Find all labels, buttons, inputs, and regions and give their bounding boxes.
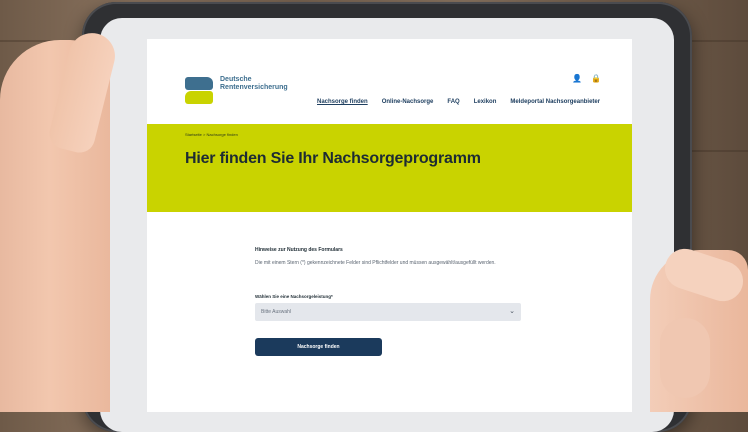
hero-banner: Startseite > Nachsorge finden Hier finde… — [147, 124, 632, 212]
form-hint-title: Hinweise zur Nutzung des Formulars — [255, 247, 343, 253]
logo-shape-bottom — [185, 91, 213, 104]
right-finger — [660, 318, 710, 398]
nav-item-nachsorge-finden[interactable]: Nachsorge finden — [317, 99, 368, 105]
submit-button[interactable]: Nachsorge finden — [255, 338, 382, 356]
brand-line-2: Rentenversicherung — [220, 84, 288, 91]
nachsorge-select[interactable]: Bitte Auswahl ⌄ — [255, 303, 521, 321]
lock-icon[interactable]: 🔒 — [591, 74, 601, 83]
nav-item-online-nachsorge[interactable]: Online-Nachsorge — [382, 99, 434, 105]
logo-shape-top — [185, 77, 213, 90]
nav-item-meldeportal[interactable]: Meldeportal Nachsorgeanbieter — [510, 99, 600, 105]
select-label: Wählen Sie eine Nachsorgeleistung* — [255, 294, 333, 299]
web-page: Deutsche Rentenversicherung 👤 🔒 Nachsorg… — [147, 39, 632, 412]
brand-line-1: Deutsche — [220, 76, 252, 83]
breadcrumb-current: Nachsorge finden — [206, 132, 238, 137]
chevron-down-icon: ⌄ — [509, 308, 515, 315]
person-icon[interactable]: 👤 — [572, 74, 582, 83]
breadcrumb-separator: > — [203, 132, 206, 137]
select-value: Bitte Auswahl — [261, 309, 292, 315]
page-title: Hier finden Sie Ihr Nachsorgeprogramm — [185, 150, 481, 167]
nav-item-lexikon[interactable]: Lexikon — [474, 99, 497, 105]
breadcrumb-home[interactable]: Startseite — [185, 132, 202, 137]
nav-item-faq[interactable]: FAQ — [447, 99, 459, 105]
main-navigation: Nachsorge finden Online-Nachsorge FAQ Le… — [317, 99, 600, 105]
drv-logo[interactable] — [185, 77, 213, 105]
header-icons: 👤 🔒 — [572, 74, 601, 83]
breadcrumb: Startseite > Nachsorge finden — [185, 132, 238, 137]
brand-name[interactable]: Deutsche Rentenversicherung — [220, 76, 288, 92]
form-hint-text: Die mit einem Stern (*) gekennzeichnete … — [255, 260, 496, 266]
